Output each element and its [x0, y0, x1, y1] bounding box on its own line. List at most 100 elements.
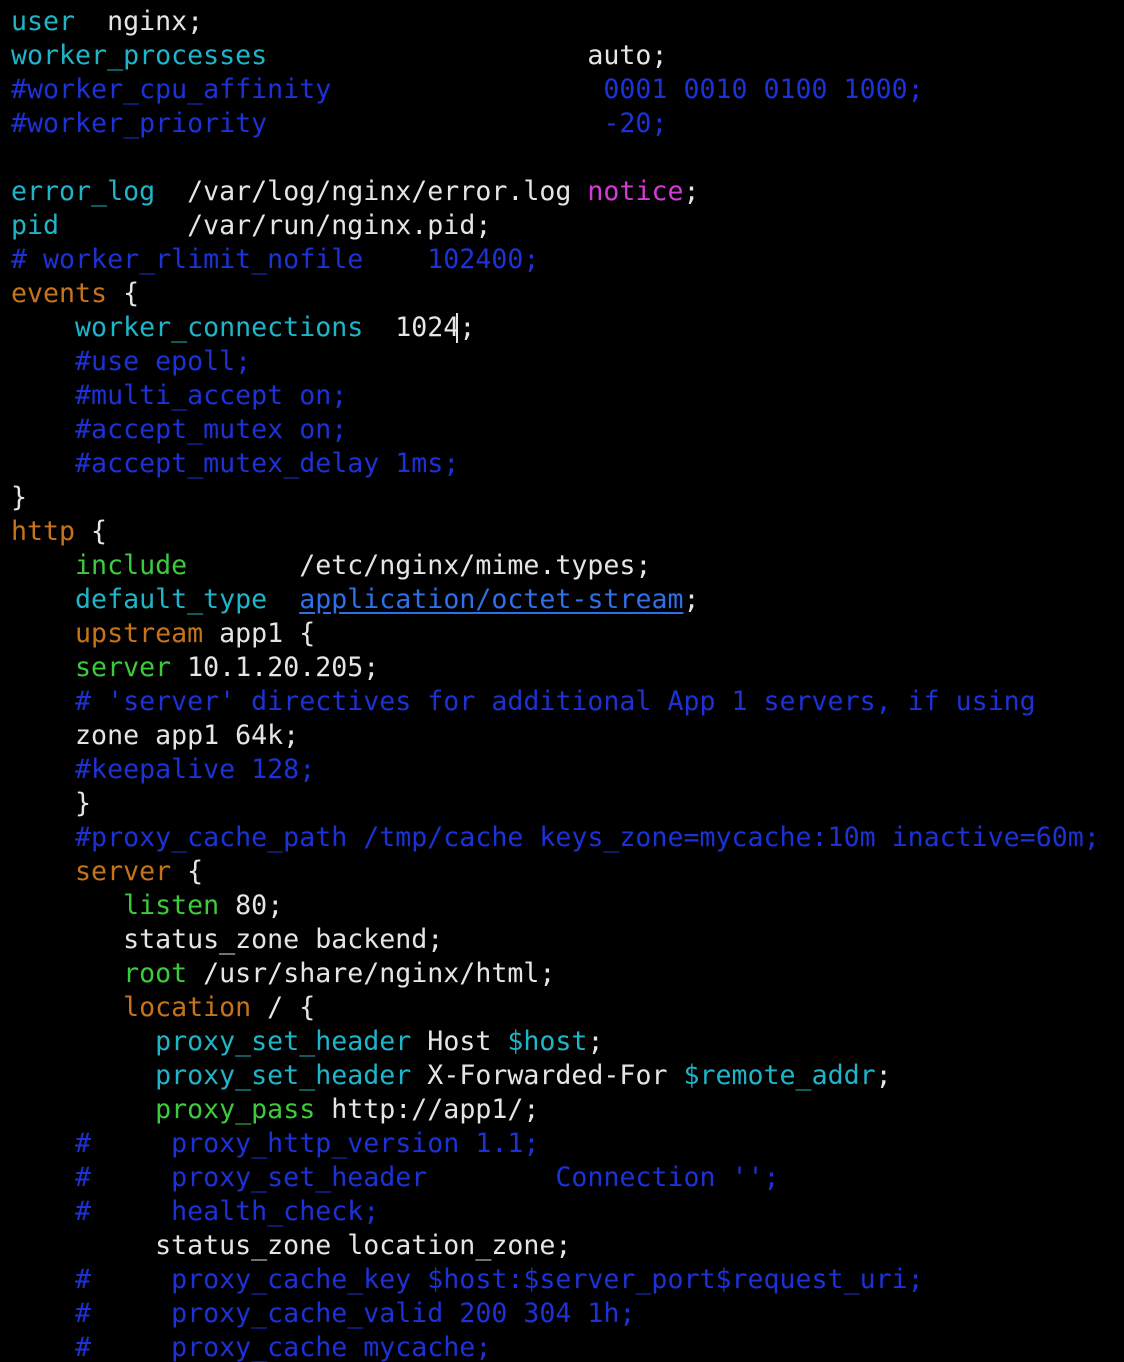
code-line[interactable]: #accept_mutex_delay 1ms; [11, 447, 459, 481]
code-line[interactable]: user nginx; [11, 5, 203, 39]
code-line[interactable]: #keepalive 128; [11, 753, 315, 787]
code-line[interactable]: include /etc/nginx/mime.types; [11, 549, 651, 583]
code-token-comment: #accept_mutex on; [75, 414, 348, 445]
code-line[interactable]: #worker_cpu_affinity 0001 0010 0100 1000… [11, 73, 924, 107]
code-line[interactable]: #proxy_cache_path /tmp/cache keys_zone=m… [11, 821, 1100, 855]
code-token-comment: #proxy_cache_path /tmp/cache keys_zone=m… [75, 822, 1100, 853]
code-line[interactable]: #worker_priority -20; [11, 107, 667, 141]
code-token-kw: upstream [75, 618, 204, 649]
code-token-plain: status_zone location_zone; [11, 1230, 572, 1261]
code-line[interactable]: } [11, 481, 27, 515]
code-token-comment: # 'server' directives for additional App… [75, 686, 1036, 717]
terminal-editor[interactable]: user nginx; worker_processes auto; #worker… [0, 0, 1124, 1362]
code-line[interactable]: proxy_pass http://app1/; [11, 1093, 539, 1127]
code-line[interactable]: root /usr/share/nginx/html; [11, 957, 555, 991]
code-token-plain: /var/run/nginx.pid; [59, 210, 492, 241]
code-token-plain: { [75, 516, 108, 547]
code-line[interactable]: # health_check; [11, 1195, 379, 1229]
code-line[interactable]: server 10.1.20.205; [11, 651, 379, 685]
code-line[interactable]: #multi_accept on; [11, 379, 347, 413]
code-line[interactable]: listen 80; [11, 889, 283, 923]
code-line[interactable]: # proxy_http_version 1.1; [11, 1127, 539, 1161]
code-line[interactable]: worker_connections 1024; [11, 311, 475, 345]
code-token-comment: #keepalive 128; [75, 754, 316, 785]
code-token-plain: 10.1.20.205; [171, 652, 380, 683]
code-token-plain: ; [683, 176, 700, 207]
code-token-plain: { [107, 278, 140, 309]
code-token-dir: worker_processes [11, 40, 268, 71]
code-line[interactable]: server { [11, 855, 203, 889]
code-token-plain: ; [587, 1026, 604, 1057]
code-line[interactable]: default_type application/octet-stream; [11, 583, 700, 617]
code-token-plain: /etc/nginx/mime.types; [187, 550, 652, 581]
code-line[interactable]: # proxy_set_header Connection ''; [11, 1161, 779, 1195]
code-token-comment: #accept_mutex_delay 1ms; [75, 448, 460, 479]
code-line[interactable]: #accept_mutex on; [11, 413, 347, 447]
code-line[interactable]: proxy_set_header X-Forwarded-For $remote… [11, 1059, 892, 1093]
code-token-notice: notice [587, 176, 684, 207]
code-token-plain: ; [875, 1060, 892, 1091]
code-token-plain: /var/log/nginx/error.log [155, 176, 588, 207]
code-token-plain: 1024; [363, 312, 476, 343]
code-token-inc: root [123, 958, 188, 989]
code-token-plain: auto; [267, 40, 668, 71]
code-token-kw: location [123, 992, 252, 1023]
code-line[interactable]: http { [11, 515, 107, 549]
code-token-plain: / { [251, 992, 316, 1023]
code-line[interactable]: worker_processes auto; [11, 39, 667, 73]
code-token-link: application/octet-stream [299, 584, 684, 615]
code-token-plain: ; [683, 584, 700, 615]
code-token-dir: error_log [11, 176, 156, 207]
code-token-comment: #worker_priority -20; [11, 108, 668, 139]
code-line[interactable]: # proxy_cache mycache; [11, 1331, 491, 1362]
code-line[interactable]: zone app1 64k; [11, 719, 299, 753]
code-token-var: $host [507, 1026, 588, 1057]
code-line[interactable]: error_log /var/log/nginx/error.log notic… [11, 175, 700, 209]
code-token-inc: proxy_pass [155, 1094, 316, 1125]
code-token-inc: include [75, 550, 188, 581]
code-token-dir: proxy_set_header [155, 1026, 412, 1057]
code-line[interactable]: # 'server' directives for additional App… [11, 685, 1036, 719]
code-token-inc: listen [123, 890, 220, 921]
code-line[interactable]: # proxy_cache_key $host:$server_port$req… [11, 1263, 924, 1297]
code-token-comment: # proxy_cache mycache; [75, 1332, 492, 1362]
code-token-dir: pid [11, 210, 60, 241]
code-line[interactable]: upstream app1 { [11, 617, 315, 651]
code-token-plain: X-Forwarded-For [411, 1060, 684, 1091]
code-line[interactable]: # proxy_cache_valid 200 304 1h; [11, 1297, 635, 1331]
code-token-comment: # proxy_cache_key $host:$server_port$req… [75, 1264, 924, 1295]
code-line[interactable]: status_zone location_zone; [11, 1229, 571, 1263]
code-token-dir: user [11, 6, 76, 37]
code-token-inc: server [75, 652, 172, 683]
code-line[interactable]: } [11, 787, 91, 821]
code-line[interactable]: events { [11, 277, 139, 311]
code-line[interactable]: #use epoll; [11, 345, 251, 379]
code-token-plain: status_zone backend; [11, 924, 444, 955]
code-token-comment: #worker_cpu_affinity 0001 0010 0100 1000… [11, 74, 924, 105]
code-line[interactable]: location / { [11, 991, 315, 1025]
code-token-plain: /usr/share/nginx/html; [187, 958, 556, 989]
code-token-dir: proxy_set_header [155, 1060, 412, 1091]
code-line[interactable]: status_zone backend; [11, 923, 443, 957]
code-line[interactable]: pid /var/run/nginx.pid; [11, 209, 491, 243]
code-token-kw: server [75, 856, 172, 887]
code-line[interactable]: proxy_set_header Host $host; [11, 1025, 603, 1059]
code-line[interactable]: # worker_rlimit_nofile 102400; [11, 243, 539, 277]
